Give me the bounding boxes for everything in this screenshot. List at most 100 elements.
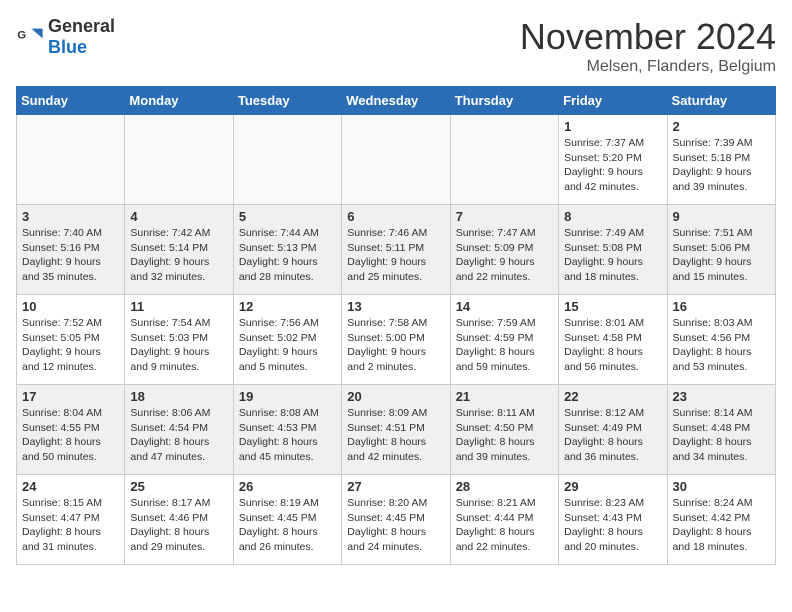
calendar-week-3: 17Sunrise: 8:04 AM Sunset: 4:55 PM Dayli… bbox=[17, 385, 776, 475]
calendar-cell: 2 Sunrise: 7:39 AM Sunset: 5:18 PM Daylig… bbox=[667, 115, 775, 205]
calendar-cell bbox=[450, 115, 558, 205]
calendar-cell bbox=[233, 115, 341, 205]
day-info: Sunrise: 8:06 AM Sunset: 4:54 PM Dayligh… bbox=[130, 406, 227, 465]
calendar-cell: 22 Sunrise: 8:12 AM Sunset: 4:49 PM Dayli… bbox=[559, 385, 667, 475]
day-number: 1 bbox=[564, 119, 661, 134]
day-info: Sunrise: 8:01 AM Sunset: 4:58 PM Dayligh… bbox=[564, 316, 661, 375]
header-wednesday: Wednesday bbox=[342, 87, 450, 115]
calendar-cell: 6Sunrise: 7:46 AM Sunset: 5:11 PM Daylig… bbox=[342, 205, 450, 295]
day-info: Sunrise: 8:14 AM Sunset: 4:48 PM Dayligh… bbox=[673, 406, 770, 465]
calendar-cell: 5 Sunrise: 7:44 AM Sunset: 5:13 PM Daylig… bbox=[233, 205, 341, 295]
day-info: Sunrise: 8:09 AM Sunset: 4:51 PM Dayligh… bbox=[347, 406, 444, 465]
day-info: Sunrise: 7:58 AM Sunset: 5:00 PM Dayligh… bbox=[347, 316, 444, 375]
calendar-table: SundayMondayTuesdayWednesdayThursdayFrid… bbox=[16, 86, 776, 565]
day-number: 21 bbox=[456, 389, 553, 404]
calendar-cell bbox=[17, 115, 125, 205]
day-info: Sunrise: 8:15 AM Sunset: 4:47 PM Dayligh… bbox=[22, 496, 119, 555]
day-info: Sunrise: 8:20 AM Sunset: 4:45 PM Dayligh… bbox=[347, 496, 444, 555]
day-info: Sunrise: 7:54 AM Sunset: 5:03 PM Dayligh… bbox=[130, 316, 227, 375]
day-number: 19 bbox=[239, 389, 336, 404]
day-number: 3 bbox=[22, 209, 119, 224]
calendar-cell: 27 Sunrise: 8:20 AM Sunset: 4:45 PM Dayli… bbox=[342, 475, 450, 565]
calendar-week-1: 3 Sunrise: 7:40 AM Sunset: 5:16 PM Daylig… bbox=[17, 205, 776, 295]
day-info: Sunrise: 8:17 AM Sunset: 4:46 PM Dayligh… bbox=[130, 496, 227, 555]
calendar-cell: 7 Sunrise: 7:47 AM Sunset: 5:09 PM Daylig… bbox=[450, 205, 558, 295]
day-info: Sunrise: 7:59 AM Sunset: 4:59 PM Dayligh… bbox=[456, 316, 553, 375]
calendar-cell: 12Sunrise: 7:56 AM Sunset: 5:02 PM Dayli… bbox=[233, 295, 341, 385]
day-info: Sunrise: 7:44 AM Sunset: 5:13 PM Dayligh… bbox=[239, 226, 336, 285]
calendar-cell: 1Sunrise: 7:37 AM Sunset: 5:20 PM Daylig… bbox=[559, 115, 667, 205]
calendar-cell: 25 Sunrise: 8:17 AM Sunset: 4:46 PM Dayli… bbox=[125, 475, 233, 565]
day-number: 27 bbox=[347, 479, 444, 494]
calendar-week-4: 24 Sunrise: 8:15 AM Sunset: 4:47 PM Dayli… bbox=[17, 475, 776, 565]
day-info: Sunrise: 8:03 AM Sunset: 4:56 PM Dayligh… bbox=[673, 316, 770, 375]
day-info: Sunrise: 8:19 AM Sunset: 4:45 PM Dayligh… bbox=[239, 496, 336, 555]
day-info: Sunrise: 8:23 AM Sunset: 4:43 PM Dayligh… bbox=[564, 496, 661, 555]
header-saturday: Saturday bbox=[667, 87, 775, 115]
calendar-cell: 8 Sunrise: 7:49 AM Sunset: 5:08 PM Daylig… bbox=[559, 205, 667, 295]
month-title: November 2024 bbox=[520, 16, 776, 58]
calendar-cell: 18 Sunrise: 8:06 AM Sunset: 4:54 PM Dayli… bbox=[125, 385, 233, 475]
header-thursday: Thursday bbox=[450, 87, 558, 115]
calendar-cell: 9 Sunrise: 7:51 AM Sunset: 5:06 PM Daylig… bbox=[667, 205, 775, 295]
calendar-cell bbox=[125, 115, 233, 205]
day-info: Sunrise: 8:04 AM Sunset: 4:55 PM Dayligh… bbox=[22, 406, 119, 465]
calendar-cell: 17Sunrise: 8:04 AM Sunset: 4:55 PM Dayli… bbox=[17, 385, 125, 475]
day-number: 2 bbox=[673, 119, 770, 134]
day-number: 22 bbox=[564, 389, 661, 404]
day-info: Sunrise: 7:52 AM Sunset: 5:05 PM Dayligh… bbox=[22, 316, 119, 375]
day-number: 12 bbox=[239, 299, 336, 314]
calendar-cell: 10 Sunrise: 7:52 AM Sunset: 5:05 PM Dayli… bbox=[17, 295, 125, 385]
day-info: Sunrise: 7:49 AM Sunset: 5:08 PM Dayligh… bbox=[564, 226, 661, 285]
header-sunday: Sunday bbox=[17, 87, 125, 115]
day-info: Sunrise: 8:11 AM Sunset: 4:50 PM Dayligh… bbox=[456, 406, 553, 465]
day-number: 5 bbox=[239, 209, 336, 224]
day-info: Sunrise: 8:12 AM Sunset: 4:49 PM Dayligh… bbox=[564, 406, 661, 465]
calendar-cell: 3 Sunrise: 7:40 AM Sunset: 5:16 PM Daylig… bbox=[17, 205, 125, 295]
day-number: 11 bbox=[130, 299, 227, 314]
day-number: 30 bbox=[673, 479, 770, 494]
calendar-cell: 21 Sunrise: 8:11 AM Sunset: 4:50 PM Dayli… bbox=[450, 385, 558, 475]
logo-blue: Blue bbox=[48, 37, 87, 57]
calendar-cell: 26Sunrise: 8:19 AM Sunset: 4:45 PM Dayli… bbox=[233, 475, 341, 565]
calendar-week-0: 1Sunrise: 7:37 AM Sunset: 5:20 PM Daylig… bbox=[17, 115, 776, 205]
day-number: 9 bbox=[673, 209, 770, 224]
calendar-cell: 30 Sunrise: 8:24 AM Sunset: 4:42 PM Dayli… bbox=[667, 475, 775, 565]
location-subtitle: Melsen, Flanders, Belgium bbox=[520, 58, 776, 76]
day-info: Sunrise: 7:51 AM Sunset: 5:06 PM Dayligh… bbox=[673, 226, 770, 285]
day-number: 24 bbox=[22, 479, 119, 494]
day-info: Sunrise: 8:08 AM Sunset: 4:53 PM Dayligh… bbox=[239, 406, 336, 465]
day-info: Sunrise: 8:21 AM Sunset: 4:44 PM Dayligh… bbox=[456, 496, 553, 555]
calendar-cell: 28 Sunrise: 8:21 AM Sunset: 4:44 PM Dayli… bbox=[450, 475, 558, 565]
title-area: November 2024 Melsen, Flanders, Belgium bbox=[520, 16, 776, 76]
calendar-cell: 24 Sunrise: 8:15 AM Sunset: 4:47 PM Dayli… bbox=[17, 475, 125, 565]
day-number: 18 bbox=[130, 389, 227, 404]
day-number: 13 bbox=[347, 299, 444, 314]
calendar-week-2: 10 Sunrise: 7:52 AM Sunset: 5:05 PM Dayli… bbox=[17, 295, 776, 385]
day-number: 4 bbox=[130, 209, 227, 224]
day-number: 8 bbox=[564, 209, 661, 224]
day-info: Sunrise: 7:40 AM Sunset: 5:16 PM Dayligh… bbox=[22, 226, 119, 285]
day-number: 29 bbox=[564, 479, 661, 494]
calendar-header-row: SundayMondayTuesdayWednesdayThursdayFrid… bbox=[17, 87, 776, 115]
day-number: 6 bbox=[347, 209, 444, 224]
day-number: 28 bbox=[456, 479, 553, 494]
calendar-cell: 14Sunrise: 7:59 AM Sunset: 4:59 PM Dayli… bbox=[450, 295, 558, 385]
calendar-cell bbox=[342, 115, 450, 205]
calendar-cell: 4 Sunrise: 7:42 AM Sunset: 5:14 PM Daylig… bbox=[125, 205, 233, 295]
day-info: Sunrise: 7:39 AM Sunset: 5:18 PM Dayligh… bbox=[673, 136, 770, 195]
calendar-cell: 23Sunrise: 8:14 AM Sunset: 4:48 PM Dayli… bbox=[667, 385, 775, 475]
day-number: 25 bbox=[130, 479, 227, 494]
day-number: 20 bbox=[347, 389, 444, 404]
day-info: Sunrise: 8:24 AM Sunset: 4:42 PM Dayligh… bbox=[673, 496, 770, 555]
calendar-cell: 13 Sunrise: 7:58 AM Sunset: 5:00 PM Dayli… bbox=[342, 295, 450, 385]
day-number: 7 bbox=[456, 209, 553, 224]
day-info: Sunrise: 7:47 AM Sunset: 5:09 PM Dayligh… bbox=[456, 226, 553, 285]
day-number: 10 bbox=[22, 299, 119, 314]
day-number: 16 bbox=[673, 299, 770, 314]
day-info: Sunrise: 7:42 AM Sunset: 5:14 PM Dayligh… bbox=[130, 226, 227, 285]
logo-icon: G bbox=[16, 23, 44, 51]
svg-text:G: G bbox=[17, 29, 26, 41]
logo: G General Blue bbox=[16, 16, 115, 58]
calendar-cell: 16 Sunrise: 8:03 AM Sunset: 4:56 PM Dayli… bbox=[667, 295, 775, 385]
